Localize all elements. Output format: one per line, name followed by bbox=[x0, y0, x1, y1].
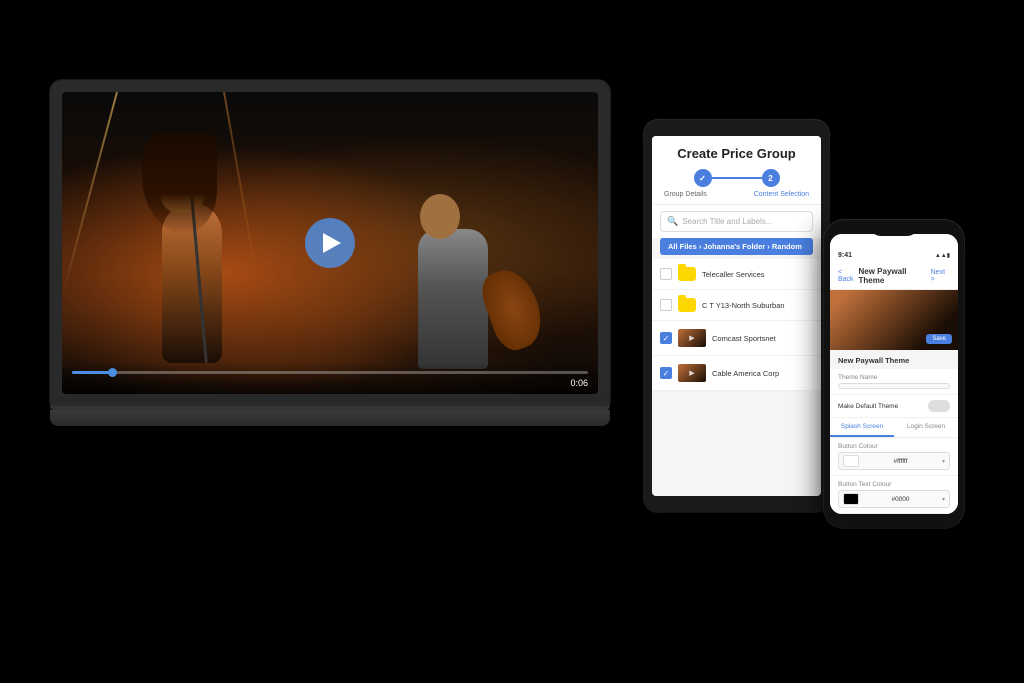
folder-icon-2 bbox=[678, 298, 696, 312]
phone-tab-login[interactable]: Login Screen bbox=[894, 418, 958, 437]
search-placeholder-text: Search Title and Labels... bbox=[682, 217, 772, 226]
stage-light-1 bbox=[62, 92, 118, 383]
phone-concert-thumbnail: Save bbox=[830, 290, 958, 350]
phone-button-text-color-value: #0000 bbox=[891, 496, 909, 503]
phone-bezel: 9:41 ▲▲▮ < Back New Paywall Theme Next >… bbox=[824, 220, 964, 528]
tablet-bezel: Create Price Group ✓ 2 Group Details Con… bbox=[644, 120, 829, 512]
tablet: Create Price Group ✓ 2 Group Details Con… bbox=[644, 120, 829, 512]
phone-button-text-color-select[interactable]: #0000 ▾ bbox=[838, 490, 950, 508]
list-item-text-3: Comcast Sportsnet bbox=[712, 334, 813, 343]
phone-time: 9:41 bbox=[838, 252, 852, 259]
list-item-text-2: C T Y13-North Suburban bbox=[702, 301, 813, 310]
phone-chevron-down-icon-2: ▾ bbox=[942, 496, 945, 503]
step-2-label: Content Selection bbox=[754, 191, 809, 198]
laptop-base bbox=[50, 402, 610, 410]
guitarist-figure bbox=[398, 189, 518, 369]
guitarist-body bbox=[418, 229, 488, 369]
folder-icon-1 bbox=[678, 267, 696, 281]
tablet-search-area: 🔍 Search Title and Labels... bbox=[652, 205, 821, 238]
phone-theme-name-group: Theme Name bbox=[830, 369, 958, 395]
search-icon: 🔍 bbox=[667, 216, 678, 227]
laptop: 0:06 bbox=[50, 80, 610, 426]
singer-hair bbox=[142, 133, 217, 233]
phone-header-bar: < Back New Paywall Theme Next > bbox=[830, 263, 958, 290]
progress-bar[interactable] bbox=[72, 371, 588, 374]
phone-signal-icons: ▲▲▮ bbox=[935, 252, 950, 259]
phone-screen: 9:41 ▲▲▮ < Back New Paywall Theme Next >… bbox=[830, 234, 958, 514]
guitarist-head bbox=[420, 194, 460, 239]
tablet-title: Create Price Group bbox=[662, 146, 811, 161]
phone-theme-name-input[interactable] bbox=[838, 383, 950, 389]
video-time: 0:06 bbox=[72, 378, 588, 388]
scene: 0:06 Create Price Group ✓ 2 bbox=[0, 0, 1024, 683]
tablet-stepper: ✓ 2 bbox=[662, 169, 811, 187]
phone-button-text-color-label: Button Text Colour bbox=[838, 481, 950, 488]
list-item[interactable]: Cable America Corp bbox=[652, 356, 821, 391]
phone: 9:41 ▲▲▮ < Back New Paywall Theme Next >… bbox=[824, 220, 964, 528]
phone-save-button[interactable]: Save bbox=[926, 334, 952, 344]
laptop-bezel: 0:06 bbox=[50, 80, 610, 402]
list-checkbox-1[interactable] bbox=[660, 268, 672, 280]
phone-default-label: Make Default Theme bbox=[838, 403, 898, 410]
list-item[interactable]: Comcast Sportsnet bbox=[652, 321, 821, 356]
list-item-text-4: Cable America Corp bbox=[712, 369, 813, 378]
phone-button-color-label: Button Colour bbox=[838, 443, 950, 450]
phone-button-color-value: #ffffff bbox=[894, 458, 908, 465]
step-1-label: Group Details bbox=[664, 191, 707, 198]
list-checkbox-2[interactable] bbox=[660, 299, 672, 311]
phone-header-title: New Paywall Theme bbox=[859, 267, 931, 285]
laptop-hinge bbox=[50, 402, 610, 406]
step-line bbox=[712, 177, 762, 179]
phone-section-label: New Paywall Theme bbox=[830, 350, 958, 369]
list-checkbox-4[interactable] bbox=[660, 367, 672, 379]
phone-next-button[interactable]: Next > bbox=[931, 269, 950, 283]
phone-default-theme-row: Make Default Theme bbox=[830, 395, 958, 418]
phone-back-button[interactable]: < Back bbox=[838, 269, 859, 283]
search-box[interactable]: 🔍 Search Title and Labels... bbox=[660, 211, 813, 232]
step-1-circle: ✓ bbox=[694, 169, 712, 187]
phone-tab-splash[interactable]: Splash Screen bbox=[830, 418, 894, 437]
phone-tabs: Splash Screen Login Screen bbox=[830, 418, 958, 438]
phone-button-text-color-group: Button Text Colour #0000 ▾ bbox=[830, 476, 958, 514]
phone-notch bbox=[869, 220, 919, 236]
tablet-breadcrumb[interactable]: All Files › Johanna's Folder › Random bbox=[660, 238, 813, 255]
phone-color-swatch-1 bbox=[843, 455, 859, 467]
breadcrumb-text: All Files › Johanna's Folder › Random bbox=[668, 242, 802, 251]
phone-button-color-select[interactable]: #ffffff ▾ bbox=[838, 452, 950, 470]
phone-color-swatch-2 bbox=[843, 493, 859, 505]
list-checkbox-3[interactable] bbox=[660, 332, 672, 344]
list-item[interactable]: Telecaller Services bbox=[652, 259, 821, 290]
video-thumb-3 bbox=[678, 329, 706, 347]
list-item-text-1: Telecaller Services bbox=[702, 270, 813, 279]
phone-theme-name-label: Theme Name bbox=[838, 374, 950, 381]
tablet-header: Create Price Group ✓ 2 Group Details Con… bbox=[652, 136, 821, 205]
singer-figure bbox=[142, 143, 302, 363]
step-labels: Group Details Content Selection bbox=[662, 191, 811, 198]
phone-default-toggle[interactable] bbox=[928, 400, 950, 412]
progress-dot bbox=[108, 368, 117, 377]
phone-button-color-group: Button Colour #ffffff ▾ bbox=[830, 438, 958, 476]
progress-fill bbox=[72, 371, 113, 374]
play-button[interactable] bbox=[305, 218, 355, 268]
video-controls: 0:06 bbox=[62, 363, 598, 394]
list-item[interactable]: C T Y13-North Suburban bbox=[652, 290, 821, 321]
tablet-content-list: Telecaller Services C T Y13-North Suburb… bbox=[652, 259, 821, 391]
tablet-screen: Create Price Group ✓ 2 Group Details Con… bbox=[652, 136, 821, 496]
concert-video-bg: 0:06 bbox=[62, 92, 598, 394]
play-icon bbox=[323, 233, 341, 253]
laptop-screen: 0:06 bbox=[62, 92, 598, 394]
video-thumb-4 bbox=[678, 364, 706, 382]
laptop-bottom bbox=[50, 410, 610, 426]
step-2-circle: 2 bbox=[762, 169, 780, 187]
phone-chevron-down-icon: ▾ bbox=[942, 458, 945, 465]
phone-status-bar: 9:41 ▲▲▮ bbox=[830, 234, 958, 263]
